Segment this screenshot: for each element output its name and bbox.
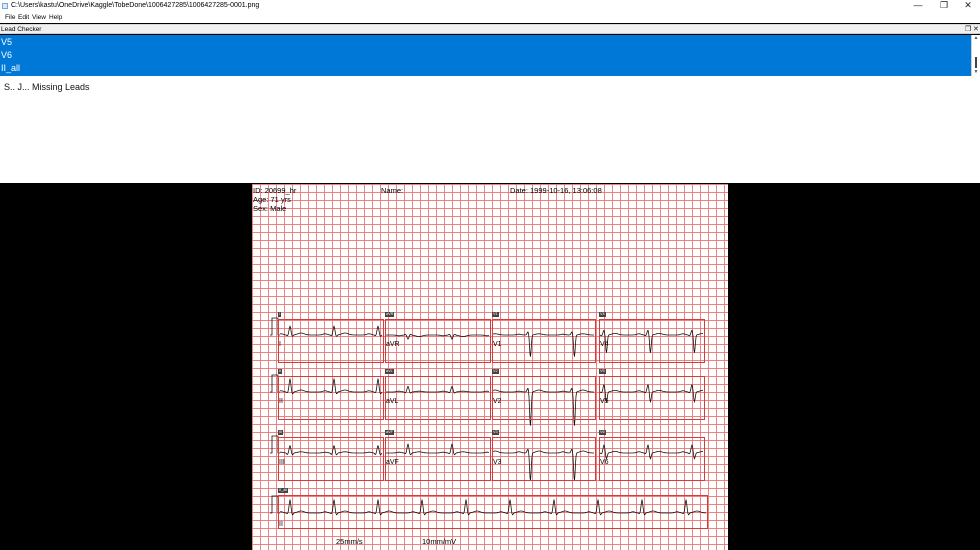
lead-box	[385, 376, 491, 420]
title-bar: C:\Users\kastu\OneDrive\Kaggle\TobeDone\…	[0, 0, 980, 12]
lead-box	[492, 319, 596, 363]
status-message: S.. J... Missing Leads	[4, 82, 90, 92]
close-icon[interactable]: ✕	[973, 25, 979, 34]
list-scrollbar[interactable]: ▲ ▼	[971, 35, 980, 76]
lead-box	[599, 437, 705, 481]
menu-help[interactable]: Help	[49, 12, 62, 23]
lead-label: V4	[600, 341, 609, 348]
restore-icon[interactable]: ❐	[965, 25, 971, 34]
scroll-down-icon[interactable]: ▼	[972, 69, 980, 76]
lead-checker-header: Lead Checker ❐ ✕	[0, 24, 980, 34]
list-item[interactable]: V6	[1, 49, 12, 62]
lead-label: V3	[493, 459, 502, 466]
lead-box	[599, 376, 705, 420]
close-button[interactable]: ✕	[956, 0, 980, 12]
lead-box	[385, 437, 491, 481]
scroll-up-icon[interactable]: ▲	[972, 35, 980, 42]
lead-label: aVL	[386, 398, 399, 405]
lead-tag: I	[278, 312, 282, 317]
lead-label: V2	[493, 398, 502, 405]
lead-tag: V1	[492, 312, 499, 317]
app-icon	[2, 3, 8, 9]
menu-edit[interactable]: Edit	[18, 12, 29, 23]
lead-tag: V2	[492, 369, 499, 374]
lead-tag: III	[278, 430, 284, 435]
lead-label: II	[279, 398, 283, 405]
lead-box	[278, 319, 384, 363]
window-title: C:\Users\kastu\OneDrive\Kaggle\TobeDone\…	[11, 2, 260, 9]
ecg-image: ID: 20699_hr Age: 71 yrs Sex: Male Name:…	[252, 184, 728, 550]
lead-tag: II	[278, 369, 283, 374]
lead-box	[599, 319, 705, 363]
menu-view[interactable]: View	[32, 12, 46, 23]
status-area: S.. J... Missing Leads	[0, 76, 980, 183]
lead-box	[278, 437, 384, 481]
list-item[interactable]: II_all	[1, 62, 20, 75]
lead-tag: II_all	[278, 488, 289, 493]
lead-box	[492, 376, 596, 420]
lead-label: V6	[600, 459, 609, 466]
menu-bar: File Edit View Help	[0, 12, 980, 23]
lead-tag: V4	[599, 312, 606, 317]
lead-list[interactable]: V5 V6 II_all	[0, 35, 980, 76]
maximize-button[interactable]: ❐	[932, 0, 956, 12]
lead-checker-title: Lead Checker	[1, 26, 42, 33]
minimize-button[interactable]: —	[906, 0, 930, 12]
lead-box	[278, 376, 384, 420]
lead-label: I	[279, 341, 281, 348]
lead-tag: V6	[599, 430, 606, 435]
list-item[interactable]: V5	[1, 36, 12, 49]
lead-tag: V5	[599, 369, 606, 374]
lead-label: V1	[493, 341, 502, 348]
lead-tag: aVF	[385, 430, 394, 435]
menu-file[interactable]: File	[5, 12, 15, 23]
lead-box	[385, 319, 491, 363]
lead-label: III	[279, 459, 285, 466]
lead-tag: aVR	[385, 312, 395, 317]
lead-label: V5	[600, 398, 609, 405]
lead-box	[278, 495, 708, 529]
lead-tag: aVL	[385, 369, 394, 374]
lead-label: aVR	[386, 341, 400, 348]
scroll-thumb[interactable]	[975, 57, 977, 68]
lead-label: II	[279, 521, 283, 528]
lead-label: aVF	[386, 459, 399, 466]
lead-box	[492, 437, 596, 481]
lead-tag: V3	[492, 430, 499, 435]
